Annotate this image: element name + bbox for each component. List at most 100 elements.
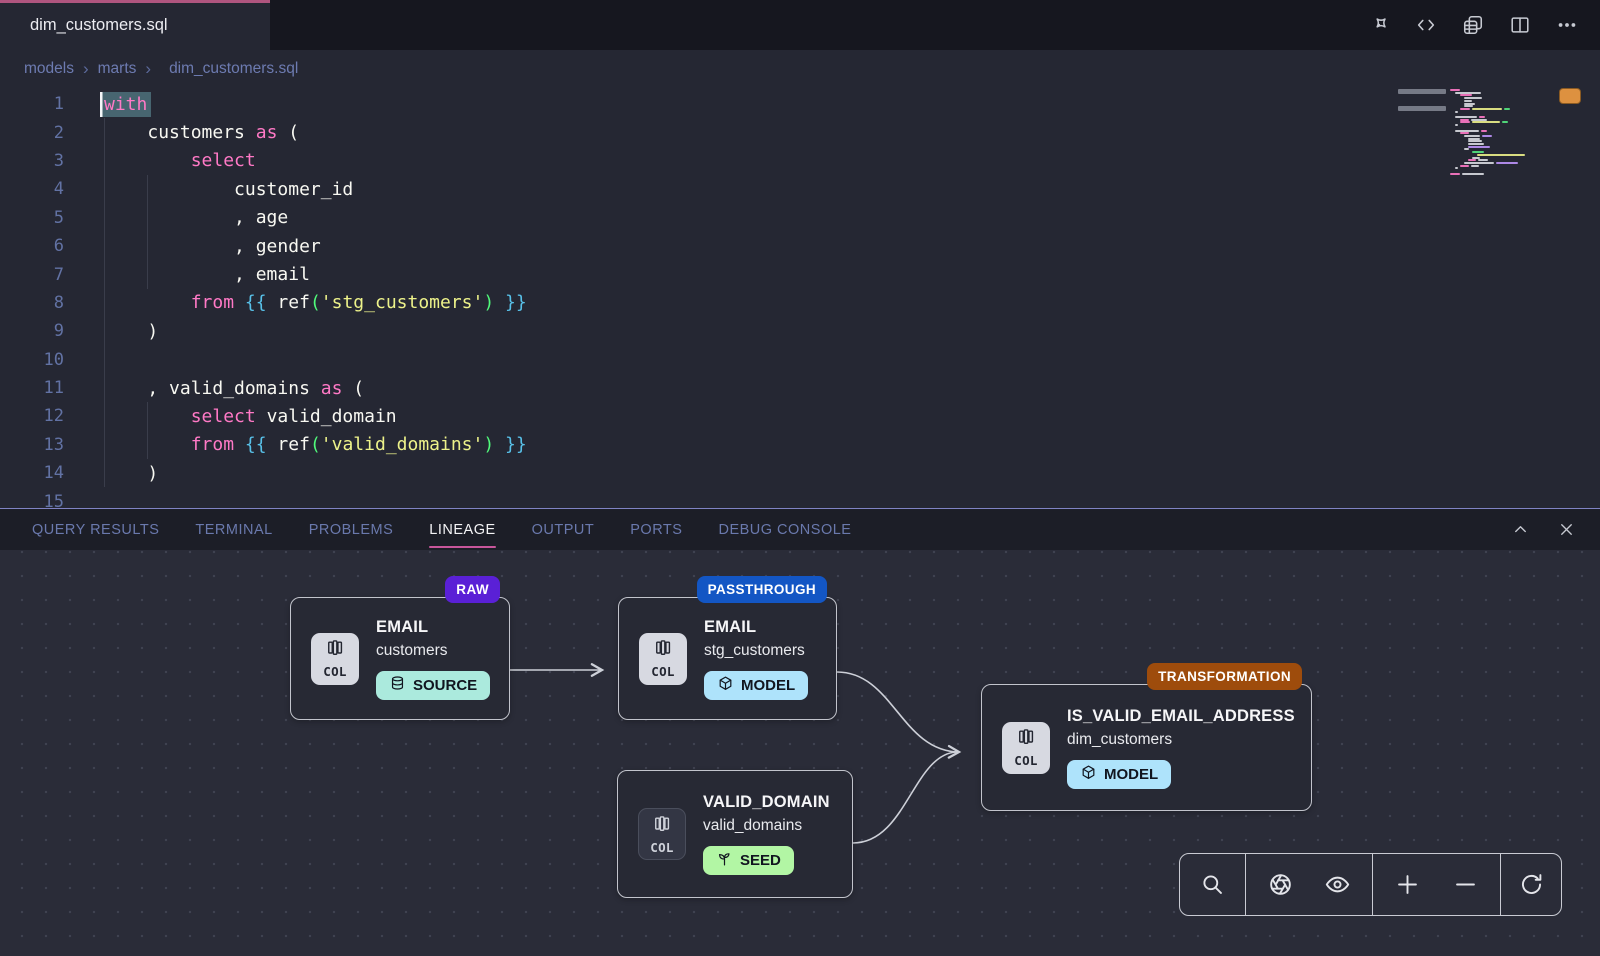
column-chip-label: COL [1014,753,1037,768]
zoom-in-icon-button[interactable] [1385,862,1431,908]
code-line[interactable]: 5 , age [0,204,1380,232]
cube-icon [1080,764,1097,785]
breadcrumb-marts[interactable]: marts [98,60,137,78]
minimap[interactable] [1450,89,1560,189]
line-number: 2 [0,123,64,143]
code-text: customers as ( [104,122,299,143]
zoom-out-icon-button[interactable] [1442,862,1488,908]
breadcrumb: models › marts › dim_customers.sql [24,56,298,82]
code-line[interactable]: 8 from {{ ref('stg_customers') }} [0,289,1380,317]
duplicate-table-icon[interactable] [1458,10,1488,40]
line-number: 9 [0,321,64,341]
panel-tab-query-results[interactable]: QUERY RESULTS [32,509,159,550]
more-actions-icon[interactable] [1552,10,1582,40]
code-line[interactable]: 6 , gender [0,232,1380,260]
dbt-pinwheel-icon[interactable] [1364,10,1394,40]
lineage-toolbar [1179,853,1562,916]
line-number: 15 [0,492,64,508]
cube-icon [717,675,734,696]
panel-actions [1508,518,1578,542]
code-line[interactable]: 14 ) [0,459,1380,487]
node-type-badge: SOURCE [376,671,490,700]
node-badge: PASSTHROUGH [697,576,827,603]
chevron-up-icon[interactable] [1508,518,1532,542]
node-type-badge: SEED [703,846,794,875]
search-icon-button[interactable] [1190,862,1236,908]
code-line[interactable]: 3 select [0,147,1380,175]
code-line[interactable]: 1 with [0,90,1380,118]
vscode-window: dim_customers.sql models › marts › dim_c… [0,0,1600,956]
code-text: ) [104,463,158,484]
code-text: from {{ ref('valid_domains') }} [104,434,527,455]
column-chip-label: COL [650,840,673,855]
panel-tab-lineage[interactable]: LINEAGE [429,509,495,550]
minimap-highlight [1398,106,1446,111]
column-chip: COL [1002,722,1050,774]
node-badge: TRANSFORMATION [1147,663,1302,690]
selected-word: with [100,92,151,117]
code-editor[interactable]: 1with2 customers as (3 select4 customer_… [0,90,1380,508]
node-model-name: valid_domains [703,817,802,835]
split-editor-icon[interactable] [1505,10,1535,40]
code-text: ) [104,321,158,342]
column-chip: COL [311,633,359,685]
line-number: 1 [0,94,64,114]
lineage-node-stg_customers[interactable]: PASSTHROUGH COL EMAIL stg_customers MODE… [618,597,837,720]
panel-tab-output[interactable]: OUTPUT [532,509,595,550]
column-chip-label: COL [323,664,346,679]
overview-ruler-marker [1559,88,1581,104]
panel-tab-problems[interactable]: PROBLEMS [309,509,394,550]
panel-tab-ports[interactable]: PORTS [630,509,682,550]
tab-dim-customers-sql[interactable]: dim_customers.sql [0,0,270,50]
code-line[interactable]: 9 ) [0,317,1380,345]
breadcrumb-models[interactable]: models [24,60,74,78]
code-line[interactable]: 13 from {{ ref('valid_domains') }} [0,431,1380,459]
node-badge: RAW [445,576,500,603]
close-icon[interactable] [1554,518,1578,542]
code-text: , age [104,207,288,228]
lineage-canvas[interactable]: RAW COL EMAIL customers SOURCE PASSTHROU… [0,550,1600,956]
code-line[interactable]: 10 [0,346,1380,374]
editor-tab-bar: dim_customers.sql [0,0,1600,50]
breadcrumb-separator: › [83,59,89,79]
panel-tab-terminal[interactable]: TERMINAL [195,509,272,550]
editor-actions [1364,0,1582,50]
code-line[interactable]: 12 select valid_domain [0,402,1380,430]
line-number: 10 [0,350,64,370]
column-chip: COL [639,633,687,685]
code-text: with [104,94,147,115]
line-number: 3 [0,151,64,171]
code-line[interactable]: 2 customers as ( [0,118,1380,146]
panel-tab-debug-console[interactable]: DEBUG CONSOLE [718,509,851,550]
code-icon[interactable] [1411,10,1441,40]
lineage-node-valid_domains[interactable]: COL VALID_DOMAIN valid_domains SEED [617,770,853,898]
node-model-name: dim_customers [1067,731,1172,749]
tab-title: dim_customers.sql [30,16,168,35]
edge-valid_domains-to-dim_customers [853,752,956,843]
code-line[interactable]: 15 [0,487,1380,508]
line-number: 12 [0,406,64,426]
code-text: , gender [104,236,321,257]
code-line[interactable]: 11 , valid_domains as ( [0,374,1380,402]
bottom-panel-header: QUERY RESULTS TERMINAL PROBLEMS LINEAGE OUTP… [0,508,1600,550]
line-number: 11 [0,378,64,398]
node-model-name: customers [376,642,448,660]
breadcrumb-separator: › [145,59,151,79]
line-number: 4 [0,179,64,199]
line-number: 5 [0,208,64,228]
lineage-node-customers[interactable]: RAW COL EMAIL customers SOURCE [290,597,510,720]
code-line[interactable]: 7 , email [0,260,1380,288]
seedling-icon [716,850,733,871]
minimap-highlight [1398,89,1446,94]
node-type-badge: MODEL [704,671,808,700]
eye-icon-button[interactable] [1315,862,1361,908]
columns-icon [325,638,345,663]
lineage-node-dim_customers[interactable]: TRANSFORMATION COL IS_VALID_EMAIL_ADDRES… [981,684,1312,811]
columns-icon [1016,727,1036,752]
aperture-icon-button[interactable] [1257,862,1303,908]
refresh-icon-button[interactable] [1508,862,1554,908]
line-number: 8 [0,293,64,313]
column-chip: COL [638,808,686,860]
breadcrumb-file[interactable]: dim_customers.sql [169,60,298,78]
code-line[interactable]: 4 customer_id [0,175,1380,203]
